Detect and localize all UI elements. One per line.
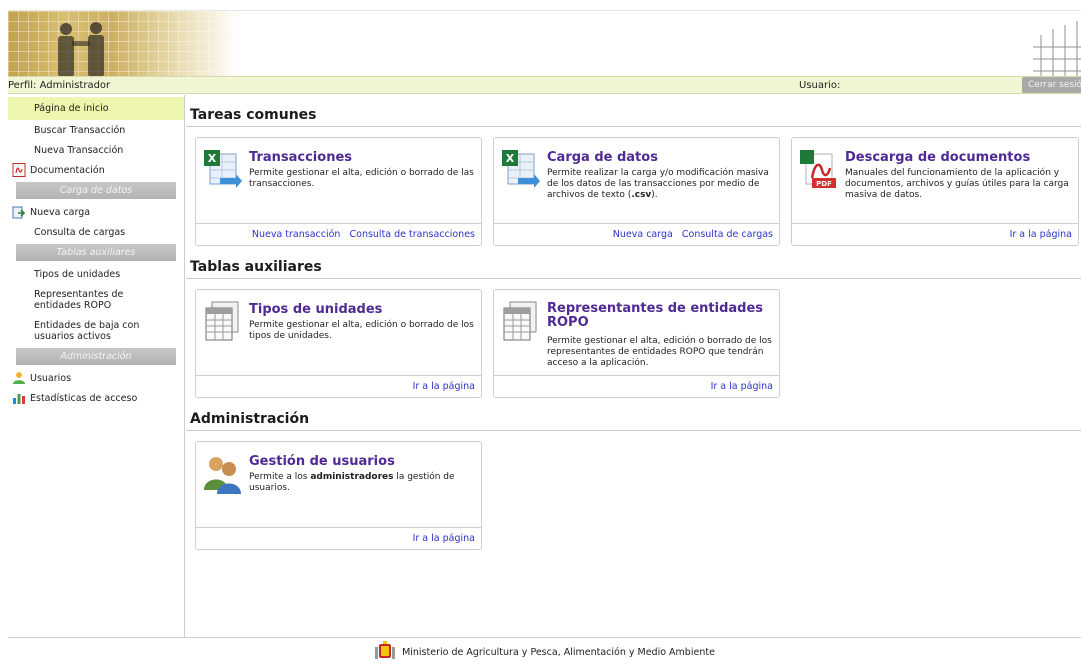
card-footer: Nueva transacción Consulta de transaccio… [196,223,481,245]
section-title-tablas: Tablas auxiliares [190,259,322,275]
footer-text: Ministerio de Agricultura y Pesca, Alime… [402,646,715,658]
card-title[interactable]: Tipos de unidades [249,302,382,317]
sidebar-item-new-upload[interactable]: Nueva carga [8,202,184,222]
desc-admins-text: administradores [310,472,394,482]
table-icon [503,301,537,341]
user-label: Usuario: [799,80,841,91]
footer: Ministerio de Agricultura y Pesca, Alime… [8,637,1081,666]
card-title[interactable]: Transacciones [249,150,352,165]
profile-bar: Perfil: Administrador Usuario: Cerrar se… [8,76,1081,94]
section-divider [186,278,1081,279]
header-banner [8,10,1081,76]
sidebar-section-tablas: Tablas auxiliares [16,244,176,261]
card-footer: Ir a la página [792,223,1078,245]
svg-text:PDF: PDF [816,180,832,188]
section-title-tareas: Tareas comunes [190,107,317,123]
sidebar-item-users[interactable]: Usuarios [8,368,184,388]
link-go-to-page[interactable]: Ir a la página [711,381,773,392]
card-transacciones: X Transacciones Permite gestionar el alt… [195,137,482,246]
pdf-icon [12,163,26,177]
sidebar-item-home[interactable]: Página de inicio [8,97,184,120]
sidebar-item-ropo-representatives[interactable]: Representantes de entidades ROPO [8,284,184,315]
sidebar-item-label: Entidades de baja con usuarios activos [34,319,140,342]
sidebar-item-upload-query[interactable]: Consulta de cargas [8,222,184,242]
coat-of-arms-icon [375,641,396,659]
card-description: Permite realizar la carga y/o modificaci… [547,168,772,201]
sidebar-item-label: Documentación [30,164,105,176]
card-footer: Ir a la página [196,527,481,549]
desc-text: Permite realizar la carga y/o modificaci… [547,168,769,200]
card-description: Permite a los administradores la gestión… [249,472,474,494]
sidebar-item-label: Consulta de cargas [34,226,126,238]
desc-csv-text: .csv [631,190,652,200]
svg-text:X: X [506,152,515,165]
svg-text:X: X [208,152,217,165]
section-title-admin: Administración [190,411,310,427]
users-icon [13,372,25,384]
card-title[interactable]: Carga de datos [547,150,658,165]
sidebar-item-new-transaction[interactable]: Nueva Transacción [8,140,184,160]
link-go-to-page[interactable]: Ir a la página [413,533,475,544]
upload-icon [12,206,26,219]
main-content: Tareas comunes X Transacciones Permite g… [186,95,1081,637]
link-new-transaction[interactable]: Nueva transacción [252,229,341,240]
sidebar-item-label: Nueva carga [30,206,91,218]
section-divider [186,126,1081,127]
sidebar-item-label: Tipos de unidades [34,268,121,280]
sidebar-item-access-stats[interactable]: Estadísticas de acceso [8,388,184,408]
link-go-to-page[interactable]: Ir a la página [1010,229,1072,240]
sidebar-item-unit-types[interactable]: Tipos de unidades [8,264,184,284]
card-title[interactable]: Representantes de entidades ROPO [547,302,772,330]
link-new-upload[interactable]: Nueva carga [613,229,673,240]
sidebar-item-label: Página de inicio [34,103,109,114]
card-footer: Ir a la página [494,375,779,397]
card-tipos-unidades: Tipos de unidades Permite gestionar el a… [195,289,482,398]
link-go-to-page[interactable]: Ir a la página [413,381,475,392]
card-gestion-usuarios: Gestión de usuarios Permite a los admini… [195,441,482,550]
excel-icon: X [502,150,540,188]
card-representantes-ropo: Representantes de entidades ROPO Permite… [493,289,780,398]
bar-chart-icon [13,394,25,404]
sidebar: Página de inicio Buscar Transacción Nuev… [8,95,185,637]
card-descarga-documentos: PDF Descarga de documentos Manuales del … [791,137,1079,246]
sidebar-item-label: Nueva Transacción [34,144,124,156]
card-footer: Nueva carga Consulta de cargas [494,223,779,245]
profile-label: Perfil: Administrador [8,80,111,91]
card-description: Permite gestionar el alta, edición o bor… [547,336,772,368]
link-query-transactions[interactable]: Consulta de transacciones [350,229,476,240]
banner-grid-overlay [8,11,238,76]
card-description: Permite gestionar el alta, edición o bor… [249,168,474,189]
sidebar-item-documentation[interactable]: Documentación [8,160,184,180]
section-divider [186,430,1081,431]
pdf-icon: PDF [800,150,836,188]
users-icon [204,457,241,494]
card-description: Manuales del funcionamiento de la aplica… [845,168,1069,200]
sidebar-item-label: Buscar Transacción [34,124,126,136]
sidebar-item-search-transaction[interactable]: Buscar Transacción [8,120,184,140]
sidebar-item-label: Estadísticas de acceso [30,392,138,404]
table-icon [205,301,239,341]
business-people-icon [58,22,104,76]
grid-decoration-icon [1033,21,1081,76]
link-query-uploads[interactable]: Consulta de cargas [682,229,773,240]
desc-text: Permite a los [249,472,311,482]
card-title[interactable]: Gestión de usuarios [249,454,395,469]
card-title[interactable]: Descarga de documentos [845,150,1030,165]
sidebar-item-inactive-entities[interactable]: Entidades de baja con usuarios activos [8,315,184,346]
sidebar-item-label: Usuarios [30,372,72,384]
sidebar-section-admin: Administración [16,348,176,365]
desc-text: ). [651,190,658,200]
sidebar-item-label: Representantes de entidades ROPO [34,288,124,311]
card-carga-datos: X Carga de datos Permite realizar la car… [493,137,780,246]
logout-button[interactable]: Cerrar sesión [1022,77,1081,93]
card-description: Permite gestionar el alta, edición o bor… [249,320,474,341]
card-footer: Ir a la página [196,375,481,397]
sidebar-section-carga: Carga de datos [16,182,176,199]
excel-icon: X [204,150,242,188]
